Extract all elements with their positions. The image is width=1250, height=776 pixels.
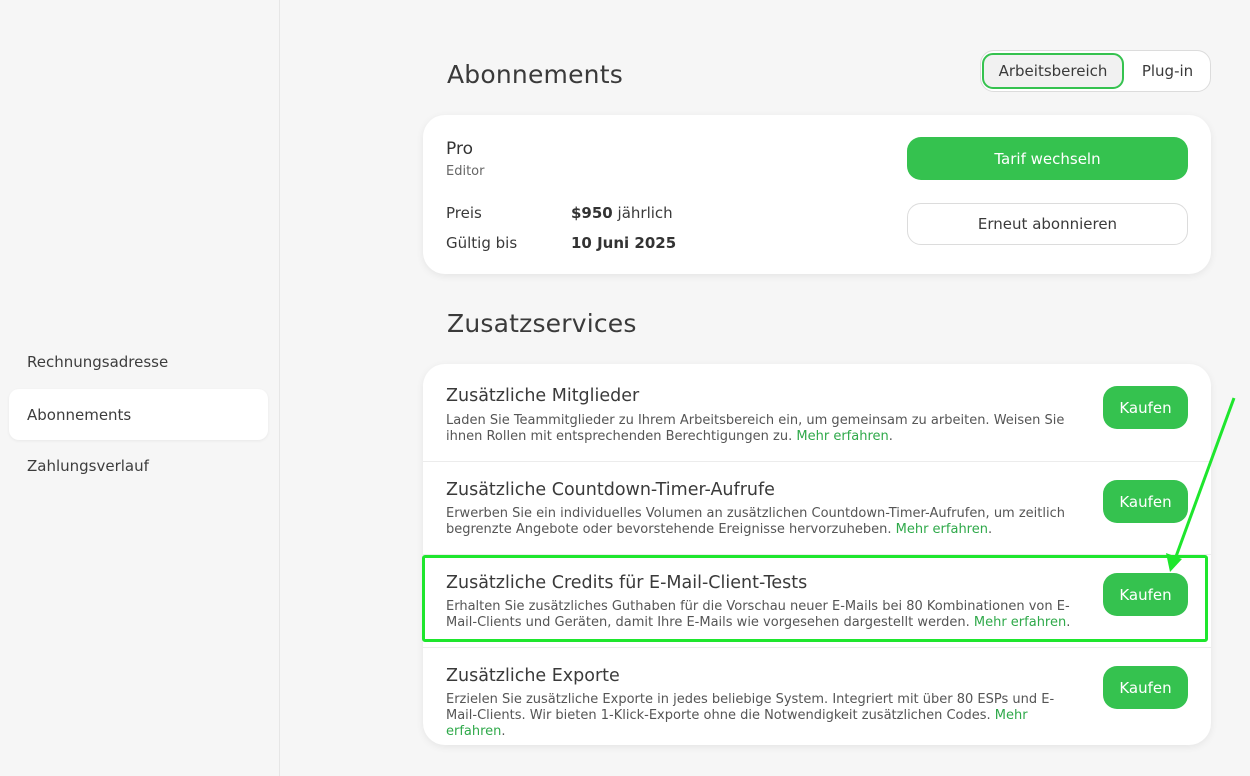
buy-button[interactable]: Kaufen [1103, 666, 1188, 709]
addon-description-text: Laden Sie Teammitglieder zu Ihrem Arbeit… [446, 413, 1065, 444]
valid-until-label: Gültig bis [446, 234, 518, 252]
addon-item: Zusätzliche Exporte Erzielen Sie zusätzl… [423, 647, 1211, 740]
addon-description: Laden Sie Teammitglieder zu Ihrem Arbeit… [446, 413, 1065, 444]
price-label: Preis [446, 204, 482, 222]
sidebar-item-abonnements[interactable]: Abonnements [9, 389, 268, 440]
sidebar-item-label: Zahlungsverlauf [27, 456, 149, 475]
learn-more-link[interactable]: Mehr erfahren [974, 615, 1066, 630]
tab-arbeitsbereich[interactable]: Arbeitsbereich [982, 53, 1124, 89]
addon-title: Zusätzliche Mitglieder [446, 386, 640, 406]
buy-button[interactable]: Kaufen [1103, 480, 1188, 523]
addon-description: Erhalten Sie zusätzliches Guthaben für d… [446, 599, 1071, 630]
sidebar: Rechnungsadresse Abonnements Zahlungsver… [0, 0, 280, 776]
change-plan-button[interactable]: Tarif wechseln [907, 137, 1188, 180]
subscription-card: Pro Editor Preis $950 jährlich Gültig bi… [423, 115, 1211, 274]
price-value: $950 jährlich [571, 204, 673, 222]
sidebar-item-label: Abonnements [27, 405, 132, 424]
workspace-plugin-toggle: Arbeitsbereich Plug-in [980, 50, 1211, 92]
buy-button[interactable]: Kaufen [1103, 386, 1188, 429]
addons-card: Zusätzliche Mitglieder Laden Sie Teammit… [423, 364, 1211, 745]
addon-description-text: Erzielen Sie zusätzliche Exporte in jede… [446, 692, 1055, 723]
valid-until-value: 10 Juni 2025 [571, 234, 676, 252]
learn-more-link[interactable]: Mehr erfahren [796, 429, 888, 444]
addon-description: Erzielen Sie zusätzliche Exporte in jede… [446, 692, 1055, 739]
addon-title: Zusätzliche Exporte [446, 666, 620, 686]
sidebar-item-label: Rechnungsadresse [27, 352, 169, 371]
addon-title: Zusätzliche Credits für E-Mail-Client-Te… [446, 573, 808, 593]
addon-item: Zusätzliche Countdown-Timer-Aufrufe Erwe… [423, 461, 1211, 554]
addon-title: Zusätzliche Countdown-Timer-Aufrufe [446, 480, 775, 500]
sidebar-item-zahlungsverlauf[interactable]: Zahlungsverlauf [9, 440, 268, 491]
tab-plug-in[interactable]: Plug-in [1126, 53, 1209, 89]
addon-description: Erwerben Sie ein individuelles Volumen a… [446, 506, 1065, 537]
addon-item: Zusätzliche Credits für E-Mail-Client-Te… [423, 554, 1211, 647]
learn-more-link[interactable]: Mehr erfahren [896, 522, 988, 537]
page-title: Abonnements [447, 60, 623, 89]
price-amount: $950 [571, 204, 613, 222]
sidebar-item-rechnungsadresse[interactable]: Rechnungsadresse [9, 336, 268, 387]
price-period: jährlich [617, 204, 673, 222]
addon-item: Zusätzliche Mitglieder Laden Sie Teammit… [423, 364, 1211, 457]
addons-title: Zusatzservices [447, 309, 637, 338]
buy-button[interactable]: Kaufen [1103, 573, 1188, 616]
valid-until-date: 10 Juni 2025 [571, 234, 677, 252]
resubscribe-button[interactable]: Erneut abonnieren [907, 203, 1188, 245]
plan-name: Pro [446, 139, 473, 159]
plan-role: Editor [446, 164, 485, 179]
